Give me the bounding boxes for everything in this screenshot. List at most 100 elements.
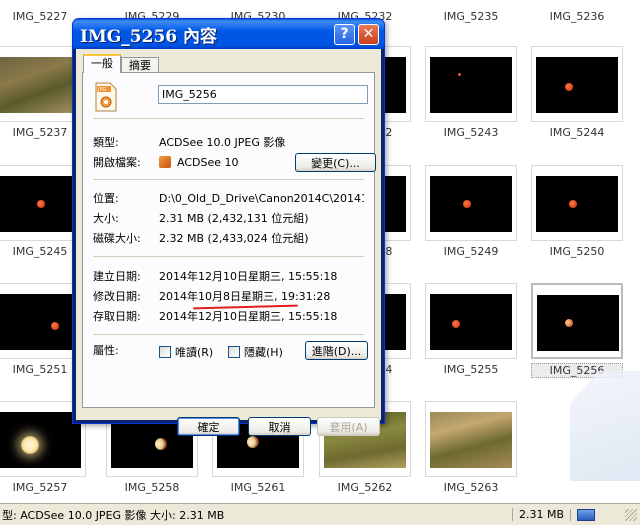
tab-panel-general: JPG IMG_5256 類型: ACDSee 10.0 JPEG 影像 開啟檔… (82, 72, 376, 408)
thumbnail-image (536, 57, 618, 113)
created-label: 建立日期: (93, 270, 141, 283)
tab-strip: 一般 摘要 (83, 54, 159, 73)
close-button[interactable]: ✕ (358, 23, 379, 45)
moon-mark (21, 436, 39, 454)
thumbnail-name: IMG_5255 (443, 363, 499, 376)
dialog-body: 一般 摘要 JPG IMG_5256 類型: ACDSee 10.0 JPEG … (76, 49, 381, 436)
moon-mark (565, 319, 573, 327)
size-on-disk-row: 磁碟大小: 2.32 MB (2,433,024 位元組) (93, 229, 364, 247)
thumbnail-frame (531, 46, 623, 122)
modified-label: 修改日期: (93, 290, 141, 303)
thumbnail-frame (425, 283, 517, 359)
location-label: 位置: (93, 192, 119, 205)
size-row: 大小: 2.31 MB (2,432,131 位元組) (93, 209, 364, 227)
thumbnail-name: IMG_5236 (549, 10, 605, 23)
thumbnail-image (430, 412, 512, 468)
divider (93, 256, 364, 257)
location-value: D:\0_Old_D_Drive\Canon2014C\20141008相坑與 (159, 192, 364, 205)
location-row: 位置: D:\0_Old_D_Drive\Canon2014C\20141008… (93, 189, 364, 207)
cancel-button[interactable]: 取消 (248, 417, 311, 436)
thumbnail-name: IMG_5243 (443, 126, 499, 139)
hidden-checkbox-box[interactable] (228, 346, 240, 358)
thumbnail-tile[interactable]: IMG_5235 (425, 0, 531, 48)
thumbnail-frame (531, 165, 623, 241)
tab-summary[interactable]: 摘要 (121, 57, 159, 73)
thumbnail-frame (425, 46, 517, 122)
divider (93, 118, 364, 119)
computer-zone-icon (577, 508, 595, 521)
size-on-disk-label: 磁碟大小: (93, 232, 141, 245)
dialog-title: IMG_5256 內容 (80, 26, 218, 47)
moon-mark (565, 83, 573, 91)
thumbnail-tile[interactable]: IMG_5244 (531, 46, 637, 164)
status-text: 型: ACDSee 10.0 JPEG 影像 大小: 2.31 MB (2, 508, 225, 522)
modified-value: 2014年10月8日星期三, 19:31:28 (159, 290, 331, 303)
opens-with-value: ACDSee 10 (177, 155, 239, 169)
thumbnail-tile[interactable]: IMG_5255 (425, 283, 531, 401)
tab-general[interactable]: 一般 (83, 54, 121, 73)
acdsee-app-icon (159, 156, 171, 168)
thumbnail-frame (425, 165, 517, 241)
thumbnail-tile[interactable]: IMG_5249 (425, 165, 531, 283)
thumbnail-image (430, 57, 512, 113)
advanced-button[interactable]: 進階(D)... (305, 341, 368, 360)
properties-dialog: IMG_5256 內容 ? ✕ 一般 摘要 JPG IMG_5256 類型: A… (72, 18, 385, 436)
readonly-label: 唯讀(R) (175, 346, 214, 359)
readonly-checkbox-box[interactable] (159, 346, 171, 358)
thumbnail-image (430, 176, 512, 232)
thumbnail-image (0, 294, 81, 350)
thumbnail-tile[interactable]: IMG_5236 (531, 0, 637, 48)
svg-text:JPG: JPG (97, 87, 106, 93)
thumbnail-image (0, 412, 81, 468)
thumbnail-tile[interactable]: IMG_5243 (425, 46, 531, 164)
thumbnail-tile[interactable]: IMG_5250 (531, 165, 637, 283)
readonly-checkbox[interactable]: 唯讀(R) (159, 344, 213, 360)
moon-mark (37, 200, 45, 208)
status-zone (570, 508, 622, 521)
thumbnail-name: IMG_5261 (230, 481, 286, 494)
thumbnail-image (430, 294, 512, 350)
created-row: 建立日期: 2014年12月10日星期三, 15:55:18 (93, 267, 364, 285)
thumbnail-image (0, 57, 81, 113)
thumbnail-name: IMG_5249 (443, 245, 499, 258)
moon-mark (452, 320, 460, 328)
accessed-row: 存取日期: 2014年12月10日星期三, 15:55:18 (93, 307, 364, 325)
thumbnail-name: IMG_5235 (443, 10, 499, 23)
thumbnail-name: IMG_5250 (549, 245, 605, 258)
thumbnail-name: IMG_5244 (549, 126, 605, 139)
thumbnail-frame (425, 401, 517, 477)
moon-mark (569, 200, 577, 208)
accessed-label: 存取日期: (93, 310, 141, 323)
type-label: 類型: (93, 136, 119, 149)
help-button[interactable]: ? (334, 23, 355, 45)
dialog-titlebar[interactable]: IMG_5256 內容 ? ✕ (73, 19, 384, 49)
moon-mark (155, 438, 167, 450)
thumbnail-image (0, 176, 81, 232)
filename-input[interactable]: IMG_5256 (158, 85, 368, 104)
type-row: 類型: ACDSee 10.0 JPEG 影像 (93, 133, 364, 151)
apply-button[interactable]: 套用(A) (317, 417, 380, 436)
attributes-label: 屬性: (93, 344, 119, 357)
status-bar: 型: ACDSee 10.0 JPEG 影像 大小: 2.31 MB 2.31 … (0, 503, 640, 525)
thumbnail-name: IMG_5263 (443, 481, 499, 494)
thumbnail-name: IMG_5258 (124, 481, 180, 494)
hidden-label: 隱藏(H) (244, 346, 283, 359)
status-size: 2.31 MB (512, 508, 570, 521)
accessed-value: 2014年12月10日星期三, 15:55:18 (159, 310, 338, 323)
ok-button[interactable]: 確定 (177, 417, 240, 436)
moon-mark (463, 200, 471, 208)
thumbnail-tile[interactable]: IMG_5263 (425, 401, 531, 503)
size-value: 2.31 MB (2,432,131 位元組) (159, 212, 309, 225)
thumbnail-frame (531, 283, 623, 359)
hidden-checkbox[interactable]: 隱藏(H) (228, 344, 283, 360)
modified-row: 修改日期: 2014年10月8日星期三, 19:31:28 (93, 287, 364, 305)
size-label: 大小: (93, 212, 119, 225)
resize-grip-icon[interactable] (625, 508, 637, 521)
opens-with-label: 開啟檔案: (93, 156, 141, 169)
change-button[interactable]: 變更(C)... (295, 153, 376, 172)
type-value: ACDSee 10.0 JPEG 影像 (159, 136, 286, 149)
divider (93, 334, 364, 335)
thumbnail-name: IMG_5262 (337, 481, 393, 494)
divider (93, 179, 364, 180)
thumbnail-image (537, 295, 619, 351)
